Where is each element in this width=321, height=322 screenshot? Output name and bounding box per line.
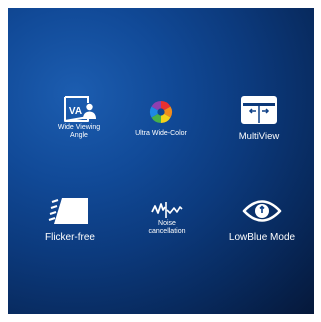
feature-label: Noise <box>158 220 176 227</box>
multiview-icon <box>241 96 277 124</box>
feature-panel: VA Wide Viewing Angle Ultra Wide-Color M… <box>8 8 314 314</box>
feature-noise-cancellation: Noise cancellation <box>119 198 215 235</box>
feature-label: LowBlue Mode <box>228 232 296 243</box>
color-wheel-icon <box>150 101 172 123</box>
va-glyph: VA <box>69 106 82 117</box>
feature-label: Ultra Wide-Color <box>135 130 187 137</box>
feature-lowblue-mode: LowBlue Mode <box>214 194 310 243</box>
feature-flicker-free: Flicker-free <box>22 194 118 243</box>
flicker-free-icon <box>48 198 88 224</box>
feature-multiview: MultiView <box>211 94 307 142</box>
feature-label: Flicker-free <box>44 232 95 243</box>
noise-cancellation-icon <box>151 202 183 218</box>
wide-viewing-angle-icon: VA <box>64 96 96 122</box>
eye-icon <box>242 200 282 222</box>
feature-ultra-wide-color: Ultra Wide-Color <box>113 98 209 138</box>
feature-label: MultiView <box>238 131 280 142</box>
feature-label-line2: cancellation <box>148 227 186 235</box>
